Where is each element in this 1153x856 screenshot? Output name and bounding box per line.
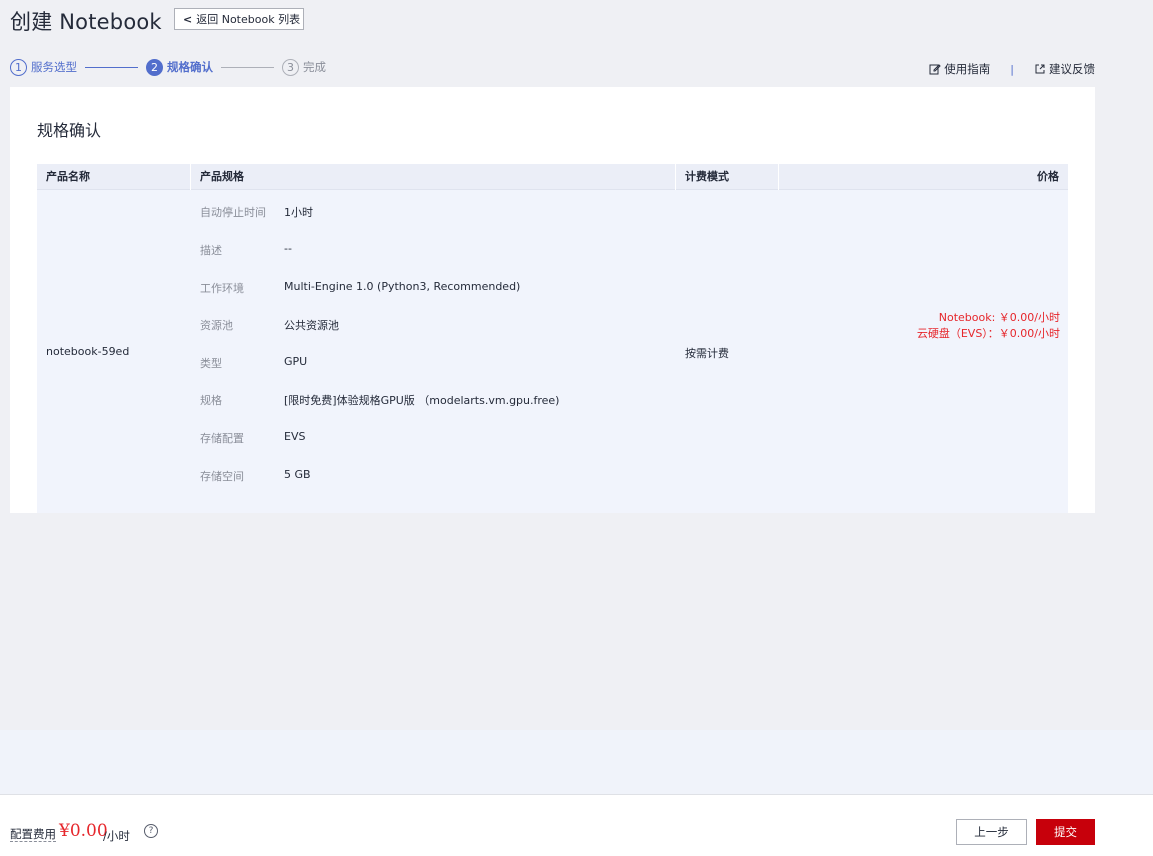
spec-value: 公共资源池: [284, 319, 339, 332]
step-number: 3: [282, 58, 299, 76]
column-header-billing-mode: 计费模式: [675, 164, 729, 190]
column-header-product-spec: 产品规格: [190, 164, 244, 190]
step-service-selection: 1 服务选型: [10, 58, 77, 76]
chevron-left-icon: <: [183, 12, 193, 26]
step-label: 服务选型: [31, 60, 77, 74]
spec-table: 产品名称 产品规格 计费模式 价格 notebook-59ed 自动停止时间 1…: [37, 164, 1068, 513]
edit-doc-icon: [929, 64, 941, 75]
billing-mode-cell: 按需计费: [685, 347, 729, 360]
spec-value: Multi-Engine 1.0 (Python3, Recommended): [284, 280, 521, 293]
external-link-icon: [1035, 64, 1045, 74]
back-to-list-button[interactable]: < 返回 Notebook 列表: [174, 8, 304, 30]
spec-confirm-card: 规格确认 产品名称 产品规格 计费模式 价格 notebook-59ed 自动停…: [10, 87, 1095, 513]
step-label: 完成: [303, 60, 326, 74]
submit-button[interactable]: 提交: [1036, 819, 1095, 845]
spec-key: 类型: [200, 357, 222, 370]
step-connector: [221, 66, 274, 68]
spec-key: 描述: [200, 244, 222, 257]
spec-key: 存储配置: [200, 432, 244, 445]
card-title: 规格确认: [37, 121, 102, 140]
usage-guide-link[interactable]: 使用指南: [929, 61, 990, 77]
price-evs: 云硬盘（EVS）：￥0.00/小时: [916, 327, 1060, 340]
back-button-label: 返回 Notebook 列表: [196, 13, 301, 26]
spec-value: --: [284, 242, 292, 255]
fee-amount: ¥0.00: [59, 821, 108, 841]
table-header: 产品名称 产品规格 计费模式 价格: [37, 164, 1068, 190]
stepper: 1 服务选型 2 规格确认 3 完成: [10, 58, 326, 76]
fee-label[interactable]: 配置费用: [10, 828, 56, 842]
lower-band: [0, 730, 1153, 794]
spec-value: EVS: [284, 430, 306, 443]
spec-key: 规格: [200, 394, 222, 407]
footer-bar: 配置费用 ¥0.00 /小时 ? 上一步 提交: [0, 794, 1153, 856]
top-links: 使用指南 | 建议反馈: [929, 61, 1095, 77]
spec-key: 自动停止时间: [200, 206, 266, 219]
price-cell: Notebook: ￥0.00/小时 云硬盘（EVS）：￥0.00/小时: [917, 310, 1060, 342]
spec-value: [限时免费]体验规格GPU版 （modelarts.vm.gpu.free): [284, 394, 560, 407]
spec-key: 工作环境: [200, 282, 244, 295]
column-header-price: 价格: [778, 164, 1068, 190]
spec-key: 存储空间: [200, 470, 244, 483]
step-label: 规格确认: [167, 60, 213, 74]
help-icon[interactable]: ?: [144, 824, 158, 838]
spec-value: GPU: [284, 355, 308, 368]
feedback-link[interactable]: 建议反馈: [1034, 61, 1095, 77]
spec-key: 资源池: [200, 319, 233, 332]
usage-guide-label: 使用指南: [944, 62, 991, 76]
fee-unit: /小时: [103, 829, 130, 843]
step-connector: [85, 66, 138, 68]
page-title: 创建 Notebook: [10, 10, 162, 34]
step-complete: 3 完成: [282, 58, 326, 76]
spec-value: 1小时: [284, 206, 313, 219]
price-notebook: Notebook: ￥0.00/小时: [938, 311, 1060, 324]
previous-step-button[interactable]: 上一步: [956, 819, 1027, 845]
step-spec-confirm: 2 规格确认: [146, 58, 213, 76]
column-header-product-name: 产品名称: [46, 170, 90, 183]
link-separator: |: [1010, 62, 1014, 76]
step-number: 1: [10, 58, 27, 76]
product-name-cell: notebook-59ed: [46, 345, 130, 358]
feedback-label: 建议反馈: [1049, 62, 1095, 76]
spec-value: 5 GB: [284, 468, 311, 481]
step-number: 2: [146, 58, 163, 76]
